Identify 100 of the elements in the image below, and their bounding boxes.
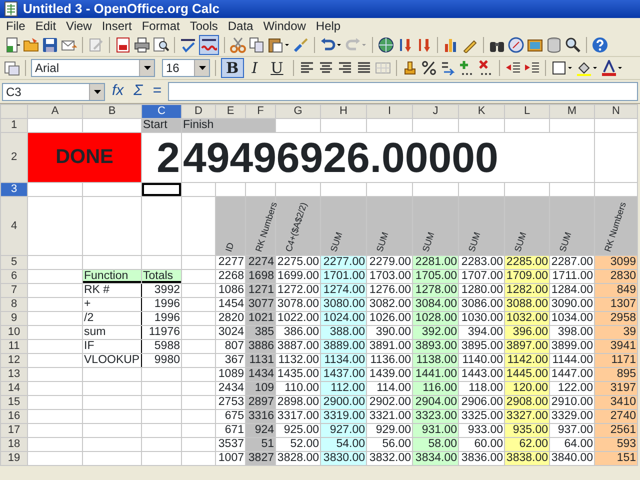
row-header[interactable]: 14 bbox=[0, 382, 28, 396]
table-cell: 3078.00 bbox=[276, 298, 320, 312]
column-header[interactable]: G bbox=[276, 104, 320, 118]
column-header[interactable]: I bbox=[366, 104, 412, 118]
table-cell: 1282.00 bbox=[504, 284, 550, 298]
column-header[interactable]: D bbox=[182, 104, 216, 118]
row-header[interactable]: 4 bbox=[0, 196, 28, 256]
bar-chart-icon[interactable] bbox=[443, 37, 459, 53]
menu-item[interactable]: Help bbox=[310, 18, 346, 34]
table-cell: 924 bbox=[246, 424, 276, 438]
table-cell: 58.00 bbox=[412, 438, 458, 452]
font-color-icon[interactable] bbox=[601, 60, 624, 76]
database-icon[interactable] bbox=[546, 37, 562, 53]
copy-icon[interactable] bbox=[249, 37, 265, 53]
checkmark-icon[interactable] bbox=[180, 37, 196, 53]
menu-item[interactable]: Data bbox=[222, 18, 258, 34]
brush-icon[interactable] bbox=[293, 37, 309, 53]
formula-input[interactable] bbox=[168, 82, 638, 101]
column-header[interactable]: F bbox=[246, 104, 276, 118]
row-header[interactable]: 19 bbox=[0, 452, 28, 466]
menu-item[interactable]: Insert bbox=[96, 18, 137, 34]
border-icon[interactable] bbox=[551, 60, 574, 76]
menu-item[interactable]: Window bbox=[258, 18, 311, 34]
column-header[interactable]: A bbox=[28, 104, 82, 118]
row-header[interactable]: 13 bbox=[0, 368, 28, 382]
font-size-field[interactable]: 16 bbox=[162, 59, 210, 77]
folder-icon[interactable] bbox=[23, 37, 39, 53]
floppy-icon[interactable] bbox=[42, 37, 58, 53]
paint-bucket-icon[interactable] bbox=[576, 60, 598, 76]
row-header[interactable]: 1 bbox=[0, 118, 28, 132]
italic-button[interactable]: I bbox=[246, 58, 263, 78]
active-cell[interactable] bbox=[142, 182, 182, 196]
column-header[interactable]: M bbox=[550, 104, 594, 118]
picture-icon[interactable] bbox=[527, 37, 543, 53]
table-cell: 3832.00 bbox=[366, 452, 412, 466]
scissors-icon[interactable] bbox=[230, 37, 246, 53]
menu-item[interactable]: Edit bbox=[30, 18, 62, 34]
menu-item[interactable]: View bbox=[61, 18, 97, 34]
bold-button[interactable]: B bbox=[221, 58, 244, 78]
function-wizard-button[interactable]: fx bbox=[109, 80, 127, 103]
table-cell: 2279.00 bbox=[366, 256, 412, 270]
row-header[interactable]: 11 bbox=[0, 340, 28, 354]
row-header[interactable]: 2 bbox=[0, 132, 28, 182]
name-box[interactable]: C3 bbox=[2, 82, 105, 100]
table-cell: 385 bbox=[246, 326, 276, 340]
row-header[interactable]: 6 bbox=[0, 270, 28, 284]
align-right-icon[interactable] bbox=[337, 60, 354, 76]
table-cell: 671 bbox=[216, 424, 246, 438]
printer-icon[interactable] bbox=[134, 37, 150, 53]
globe-icon[interactable] bbox=[378, 37, 394, 53]
column-header[interactable]: L bbox=[504, 104, 550, 118]
table-cell: 1030.00 bbox=[458, 312, 504, 326]
underline-button[interactable]: U bbox=[266, 58, 288, 78]
table-cell: 1709.00 bbox=[504, 270, 550, 284]
clipboard-icon[interactable] bbox=[268, 37, 290, 53]
row-header[interactable]: 3 bbox=[0, 182, 28, 196]
menu-item[interactable]: Format bbox=[136, 18, 185, 34]
font-name-field[interactable]: Arial bbox=[31, 59, 155, 77]
compass-icon[interactable] bbox=[508, 37, 524, 53]
row-header[interactable]: 17 bbox=[0, 424, 28, 438]
sum-button[interactable]: Σ bbox=[130, 80, 146, 103]
column-header[interactable]: J bbox=[412, 104, 458, 118]
search-icon[interactable] bbox=[565, 37, 581, 53]
row-header[interactable]: 10 bbox=[0, 326, 28, 340]
row-header[interactable]: 15 bbox=[0, 396, 28, 410]
row-header[interactable]: 7 bbox=[0, 284, 28, 298]
column-header[interactable]: E bbox=[216, 104, 246, 118]
column-header[interactable]: H bbox=[320, 104, 366, 118]
help-icon[interactable] bbox=[592, 37, 608, 53]
pdf-icon[interactable] bbox=[115, 37, 131, 53]
column-header[interactable]: K bbox=[458, 104, 504, 118]
menu-item[interactable]: File bbox=[1, 18, 30, 34]
undo-icon[interactable] bbox=[320, 37, 342, 53]
row-header[interactable]: 12 bbox=[0, 354, 28, 368]
percent-icon[interactable] bbox=[421, 60, 438, 76]
row-header[interactable]: 18 bbox=[0, 438, 28, 452]
column-header[interactable]: C bbox=[142, 104, 182, 118]
sort-ascending-icon[interactable] bbox=[397, 37, 413, 53]
currency-arrows-icon[interactable] bbox=[440, 60, 456, 76]
table-cell: 116.00 bbox=[412, 382, 458, 396]
align-center-icon[interactable] bbox=[318, 60, 334, 76]
table-cell: 1284.00 bbox=[550, 284, 594, 298]
sort-descending-icon[interactable] bbox=[416, 37, 432, 53]
formula-button[interactable]: = bbox=[150, 80, 164, 103]
row-header[interactable]: 9 bbox=[0, 312, 28, 326]
column-header[interactable]: N bbox=[594, 104, 638, 118]
table-cell: 1454 bbox=[216, 298, 246, 312]
column-header[interactable]: B bbox=[82, 104, 142, 118]
table-cell: 5988 bbox=[142, 340, 182, 354]
justify-icon[interactable] bbox=[356, 60, 372, 76]
font-size-value: 16 bbox=[166, 60, 180, 77]
merge-cells-icon[interactable] bbox=[375, 60, 392, 76]
print-preview-icon[interactable] bbox=[153, 37, 169, 53]
row-header[interactable]: 16 bbox=[0, 410, 28, 424]
align-left-icon[interactable] bbox=[299, 60, 316, 76]
styles-icon[interactable] bbox=[4, 60, 20, 76]
row-header[interactable]: 8 bbox=[0, 298, 28, 312]
menu-item[interactable]: Tools bbox=[184, 18, 223, 34]
new-document-icon[interactable] bbox=[4, 37, 20, 53]
row-header[interactable]: 5 bbox=[0, 256, 28, 270]
